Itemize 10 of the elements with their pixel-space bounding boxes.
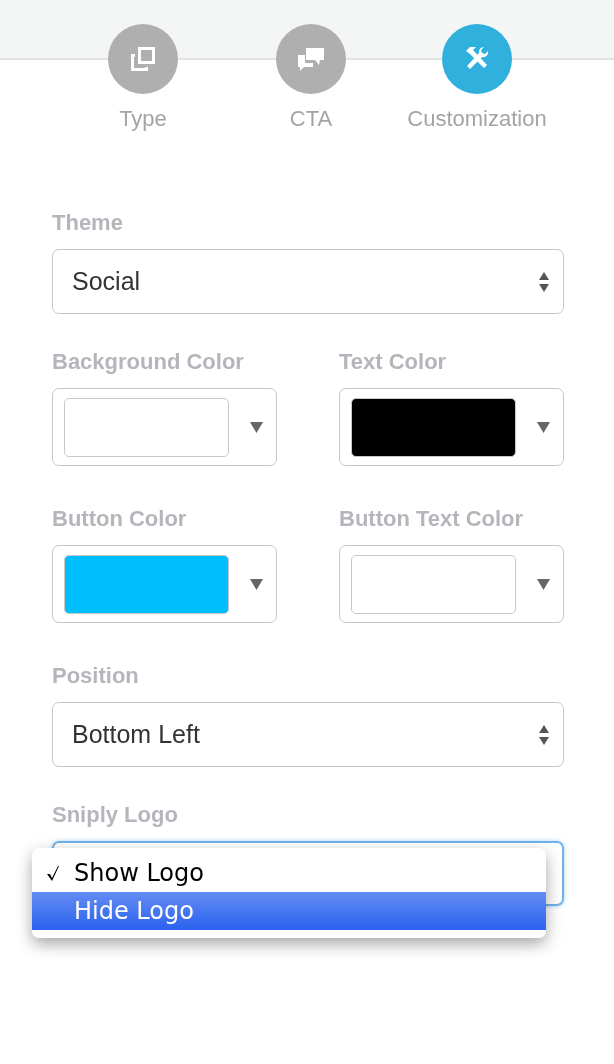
field-label: Theme [52, 210, 124, 236]
step-label: CTA [289, 106, 333, 132]
field-label: Sniply Logo [52, 802, 179, 828]
step-label: Type [119, 106, 167, 132]
field-label: Text Color [339, 349, 448, 375]
field-label: Background Color [52, 349, 245, 375]
field-label: Button Text Color [339, 506, 525, 532]
field-label: Position [52, 663, 140, 689]
step-label: Customization [407, 106, 547, 132]
field-label: Button Color [52, 506, 188, 532]
